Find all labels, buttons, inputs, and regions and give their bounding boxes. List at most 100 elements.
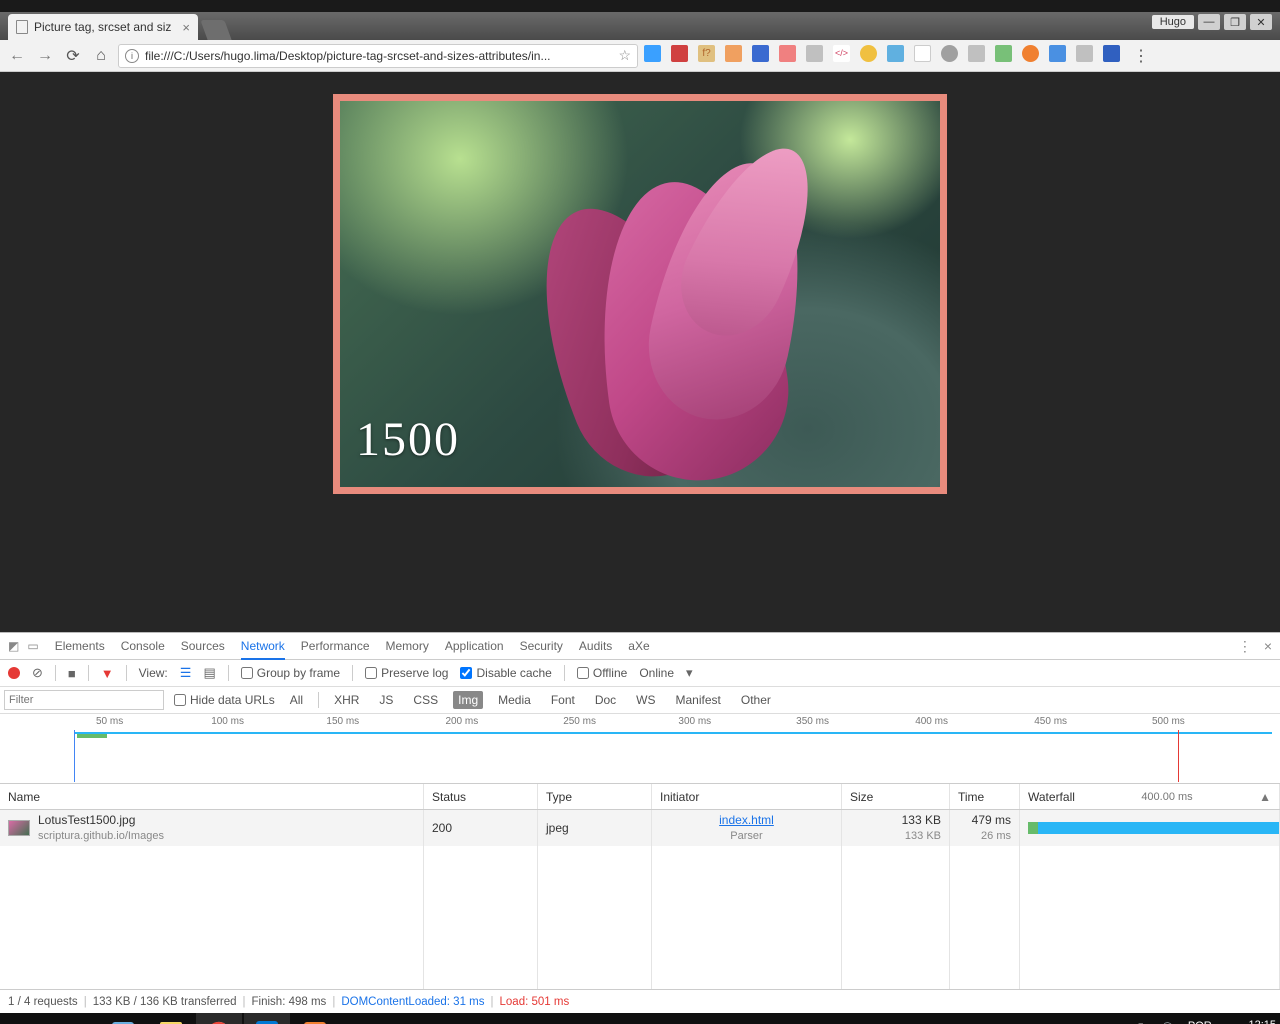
- filter-media[interactable]: Media: [493, 691, 536, 709]
- user-badge[interactable]: Hugo: [1152, 15, 1194, 29]
- cell-initiator[interactable]: index.html: [719, 813, 774, 829]
- extension-icon[interactable]: [671, 45, 688, 62]
- filter-input[interactable]: [4, 690, 164, 710]
- window-titlebar: [0, 0, 1280, 12]
- hide-data-urls-checkbox[interactable]: Hide data URLs: [174, 693, 275, 707]
- timeline-tick: 300 ms: [678, 716, 711, 727]
- extension-icon[interactable]: [968, 45, 985, 62]
- view-large-icon[interactable]: ▤: [203, 665, 215, 681]
- tab-performance[interactable]: Performance: [301, 639, 370, 653]
- offline-checkbox[interactable]: Offline: [577, 666, 627, 680]
- devtools-menu-icon[interactable]: ⋮: [1238, 638, 1252, 655]
- taskbar-chrome[interactable]: [196, 1013, 242, 1024]
- status-transferred: 133 KB / 136 KB transferred: [93, 996, 237, 1008]
- network-controls: ⊘ ■ ▼ View: ☰ ▤ Group by frame Preserve …: [0, 660, 1280, 687]
- close-tab-icon[interactable]: ×: [182, 20, 190, 35]
- extension-icon[interactable]: [806, 45, 823, 62]
- reload-button[interactable]: ⟳: [62, 45, 84, 67]
- tab-memory[interactable]: Memory: [386, 639, 429, 653]
- col-status[interactable]: Status: [424, 784, 538, 809]
- inspect-icon[interactable]: ◩: [8, 639, 19, 653]
- tab-audits[interactable]: Audits: [579, 639, 612, 653]
- home-button[interactable]: ⌂: [90, 45, 112, 67]
- col-initiator[interactable]: Initiator: [652, 784, 842, 809]
- maximize-button[interactable]: ❐: [1224, 14, 1246, 30]
- extension-icon[interactable]: </>: [833, 45, 850, 62]
- filter-css[interactable]: CSS: [408, 691, 443, 709]
- extension-icon[interactable]: [1022, 45, 1039, 62]
- tab-console[interactable]: Console: [121, 639, 165, 653]
- col-waterfall[interactable]: Waterfall 400.00 ms ▲: [1020, 784, 1280, 809]
- timeline-tick: 350 ms: [796, 716, 829, 727]
- bookmark-star-icon[interactable]: ☆: [618, 47, 631, 64]
- extension-icon[interactable]: [725, 45, 742, 62]
- filter-img[interactable]: Img: [453, 691, 483, 709]
- site-info-icon[interactable]: i: [125, 49, 139, 63]
- extension-icon[interactable]: [914, 45, 931, 62]
- extension-icon[interactable]: [1076, 45, 1093, 62]
- preserve-log-checkbox[interactable]: Preserve log: [365, 666, 448, 680]
- taskbar-app[interactable]: [100, 1013, 146, 1024]
- extension-icon[interactable]: f?: [698, 45, 715, 62]
- device-toggle-icon[interactable]: ▭: [27, 639, 38, 653]
- taskbar-vscode[interactable]: [244, 1013, 290, 1024]
- extension-icon[interactable]: [995, 45, 1012, 62]
- minimize-button[interactable]: —: [1198, 14, 1220, 30]
- extension-icon[interactable]: [887, 45, 904, 62]
- record-button[interactable]: [8, 667, 20, 679]
- status-finish: Finish: 498 ms: [252, 996, 327, 1008]
- extension-icon[interactable]: [941, 45, 958, 62]
- filter-all[interactable]: All: [285, 691, 308, 709]
- browser-tab[interactable]: Picture tag, srcset and siz ×: [8, 14, 198, 40]
- language-indicator[interactable]: POR PTB2: [1184, 1020, 1212, 1024]
- col-time[interactable]: Time: [950, 784, 1020, 809]
- timeline-tick: 50 ms: [96, 716, 123, 727]
- new-tab-button[interactable]: [200, 20, 231, 40]
- extension-icons: f? </> ⋮: [644, 45, 1158, 67]
- clear-button[interactable]: ⊘: [32, 665, 43, 681]
- col-name[interactable]: Name: [0, 784, 424, 809]
- extension-icon[interactable]: [1049, 45, 1066, 62]
- view-list-icon[interactable]: ☰: [180, 665, 192, 681]
- taskbar-file-explorer[interactable]: [148, 1013, 194, 1024]
- table-row[interactable]: LotusTest1500.jpg scriptura.github.io/Im…: [0, 810, 1280, 846]
- filter-js[interactable]: JS: [374, 691, 398, 709]
- extension-icon[interactable]: [644, 45, 661, 62]
- throttling-dropdown-icon[interactable]: ▾: [686, 665, 693, 681]
- extension-icon[interactable]: [779, 45, 796, 62]
- filter-doc[interactable]: Doc: [590, 691, 621, 709]
- start-button[interactable]: [4, 1013, 50, 1024]
- filter-manifest[interactable]: Manifest: [671, 691, 726, 709]
- tab-sources[interactable]: Sources: [181, 639, 225, 653]
- tab-axe[interactable]: aXe: [628, 639, 649, 653]
- col-size[interactable]: Size: [842, 784, 950, 809]
- filter-xhr[interactable]: XHR: [329, 691, 364, 709]
- extension-icon[interactable]: [860, 45, 877, 62]
- tab-security[interactable]: Security: [520, 639, 563, 653]
- tab-network[interactable]: Network: [241, 639, 285, 660]
- taskbar-media-player[interactable]: [292, 1013, 338, 1024]
- task-view-button[interactable]: ▭: [52, 1013, 98, 1024]
- filter-toggle-icon[interactable]: ▼: [101, 666, 114, 681]
- col-type[interactable]: Type: [538, 784, 652, 809]
- close-window-button[interactable]: ✕: [1250, 14, 1272, 30]
- devtools-close-icon[interactable]: ×: [1264, 638, 1272, 655]
- group-by-frame-checkbox[interactable]: Group by frame: [241, 666, 340, 680]
- tab-application[interactable]: Application: [445, 639, 504, 653]
- back-button[interactable]: ←: [6, 45, 28, 67]
- extension-icon[interactable]: [1103, 45, 1120, 62]
- forward-button[interactable]: →: [34, 45, 56, 67]
- filter-ws[interactable]: WS: [631, 691, 660, 709]
- filter-other[interactable]: Other: [736, 691, 776, 709]
- network-timeline[interactable]: 50 ms 100 ms 150 ms 200 ms 250 ms 300 ms…: [0, 714, 1280, 784]
- capture-screenshot-icon[interactable]: ■: [68, 666, 76, 681]
- cell-waterfall: [1020, 810, 1280, 846]
- taskbar-clock[interactable]: 12:15 24/11/2017: [1222, 1019, 1276, 1024]
- address-bar[interactable]: i file:///C:/Users/hugo.lima/Desktop/pic…: [118, 44, 638, 68]
- throttling-select[interactable]: Online: [639, 666, 674, 680]
- filter-font[interactable]: Font: [546, 691, 580, 709]
- disable-cache-checkbox[interactable]: Disable cache: [460, 666, 551, 680]
- tab-elements[interactable]: Elements: [55, 639, 105, 653]
- extension-icon[interactable]: [752, 45, 769, 62]
- menu-button[interactable]: ⋮: [1130, 45, 1152, 67]
